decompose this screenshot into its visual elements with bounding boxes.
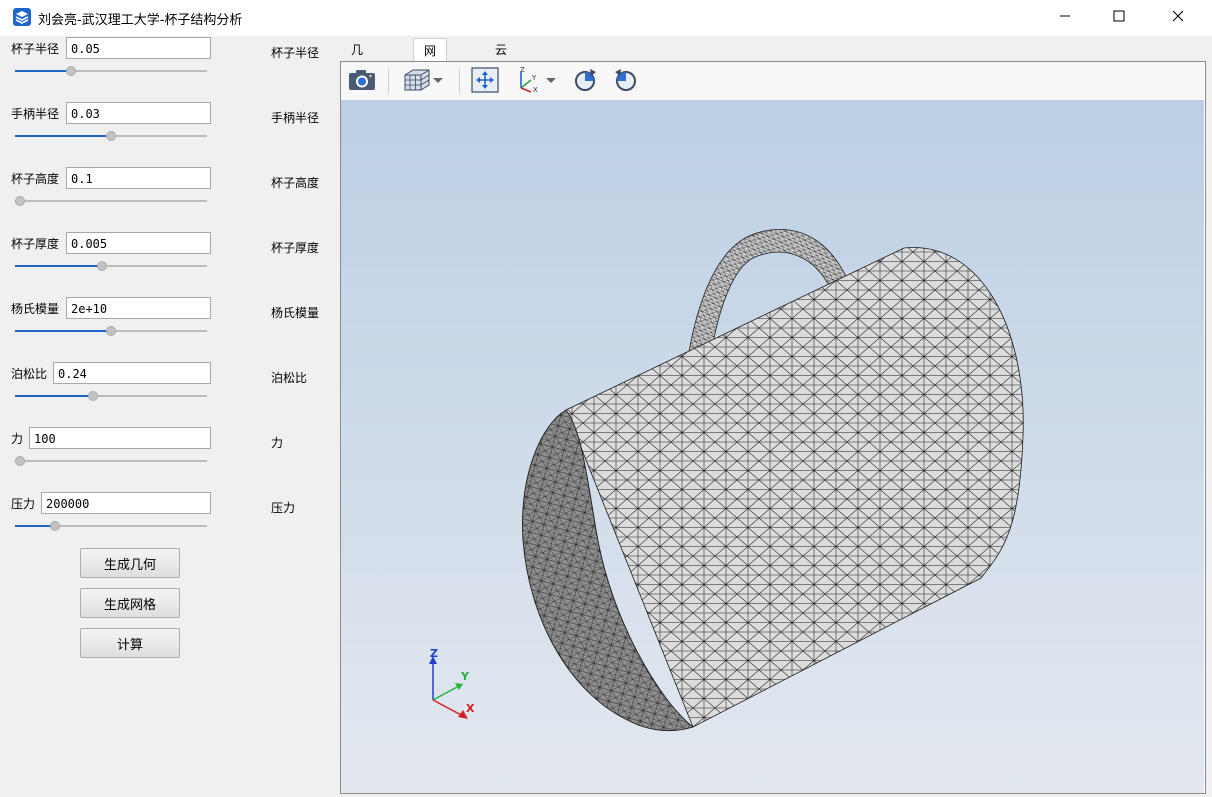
parameter-panel: [0, 36, 340, 797]
param-slider[interactable]: [15, 390, 207, 402]
slider-fill: [15, 525, 55, 527]
slider-thumb[interactable]: [15, 196, 25, 206]
slider-fill: [15, 70, 71, 72]
param-input[interactable]: 0.24: [53, 362, 211, 384]
param-slider[interactable]: [15, 195, 207, 207]
screenshot-button[interactable]: [345, 66, 379, 96]
title-bar: 刘会亮-武汉理工大学-杯子结构分析: [0, 0, 1212, 36]
layers-app-icon: [12, 7, 32, 27]
param-input[interactable]: 200000: [41, 492, 211, 514]
param-echo-label: 杯子高度: [271, 176, 320, 190]
toolbar-separator: [388, 68, 389, 94]
param-echo-label: 杯子半径: [271, 46, 320, 60]
view-cube-icon: [402, 66, 432, 97]
slider-fill: [15, 265, 102, 267]
tab-contour[interactable]: 云图表单: [485, 38, 517, 129]
param-input[interactable]: 0.005: [66, 232, 211, 254]
axis-y-label: Y: [460, 670, 470, 683]
toolbar-separator: [459, 68, 460, 94]
minimize-button[interactable]: [1042, 0, 1088, 34]
slider-thumb[interactable]: [49, 521, 60, 531]
param-label: 泊松比: [11, 367, 48, 381]
fit-all-button[interactable]: [468, 66, 502, 96]
slider-thumb[interactable]: [15, 456, 25, 466]
axes-orientation-dropdown[interactable]: Z Y X: [511, 66, 561, 96]
param-label: 压力: [11, 497, 36, 511]
camera-icon: [347, 67, 377, 96]
window-title: 刘会亮-武汉理工大学-杯子结构分析: [38, 13, 243, 28]
slider-fill: [15, 330, 111, 332]
generate-geometry-button[interactable]: 生成几何: [80, 548, 180, 578]
slider-track: [15, 200, 207, 202]
axis-triad: Z Y X: [429, 648, 475, 719]
close-button[interactable]: [1155, 0, 1201, 34]
viewer-toolbar: Z Y X: [341, 62, 1204, 101]
maximize-button[interactable]: [1096, 0, 1142, 34]
slider-thumb[interactable]: [87, 391, 98, 401]
param-slider[interactable]: [15, 65, 207, 77]
param-echo-label: 泊松比: [271, 371, 308, 385]
slider-track: [15, 460, 207, 462]
param-echo-label: 压力: [271, 501, 296, 515]
maximize-icon: [1113, 10, 1125, 25]
generate-mesh-button[interactable]: 生成网格: [80, 588, 180, 618]
slider-fill: [15, 135, 111, 137]
svg-text:X: X: [533, 86, 538, 94]
param-echo-label: 杨氏模量: [271, 306, 320, 320]
slider-thumb[interactable]: [106, 326, 116, 336]
param-label: 手柄半径: [11, 107, 60, 121]
view-cube-dropdown[interactable]: [397, 66, 449, 96]
close-icon: [1172, 10, 1184, 25]
param-input[interactable]: 2e+10: [66, 297, 211, 319]
fit-all-icon: [470, 66, 500, 97]
mesh-viewport[interactable]: Z Y X: [341, 100, 1204, 793]
param-label: 杯子半径: [11, 42, 60, 56]
chevron-down-icon: [432, 74, 444, 88]
slider-fill: [15, 395, 93, 397]
minimize-icon: [1059, 10, 1071, 25]
param-slider[interactable]: [15, 260, 207, 272]
param-input[interactable]: 0.05: [66, 37, 211, 59]
rotate-counterclockwise-icon: [611, 66, 641, 97]
chevron-down-icon: [545, 74, 557, 88]
param-label: 杨氏模量: [11, 302, 60, 316]
svg-text:Z: Z: [520, 66, 525, 74]
axis-z-label: Z: [430, 648, 438, 660]
rotate-counterclockwise-button[interactable]: [609, 66, 643, 96]
param-echo-label: 力: [271, 436, 284, 450]
svg-text:Y: Y: [531, 74, 537, 82]
param-label: 力: [11, 432, 24, 446]
param-label: 杯子高度: [11, 172, 60, 186]
param-label: 杯子厚度: [11, 237, 60, 251]
param-slider[interactable]: [15, 520, 207, 532]
param-echo-label: 杯子厚度: [271, 241, 320, 255]
slider-thumb[interactable]: [106, 131, 116, 141]
param-slider[interactable]: [15, 455, 207, 467]
tab-geometry[interactable]: 几何表单: [341, 38, 373, 129]
axes-orientation-icon: Z Y X: [515, 66, 545, 97]
param-echo-label: 手柄半径: [271, 111, 320, 125]
tab-mesh[interactable]: 网格表单: [413, 38, 448, 130]
slider-thumb[interactable]: [65, 66, 76, 76]
param-slider[interactable]: [15, 130, 207, 142]
rotate-clockwise-button[interactable]: [568, 66, 602, 96]
param-input[interactable]: 100: [29, 427, 211, 449]
param-input[interactable]: 0.03: [66, 102, 211, 124]
compute-button[interactable]: 计算: [80, 628, 180, 658]
axis-x-label: X: [466, 702, 475, 715]
rotate-clockwise-icon: [570, 66, 600, 97]
param-input[interactable]: 0.1: [66, 167, 211, 189]
slider-thumb[interactable]: [96, 261, 107, 271]
param-slider[interactable]: [15, 325, 207, 337]
